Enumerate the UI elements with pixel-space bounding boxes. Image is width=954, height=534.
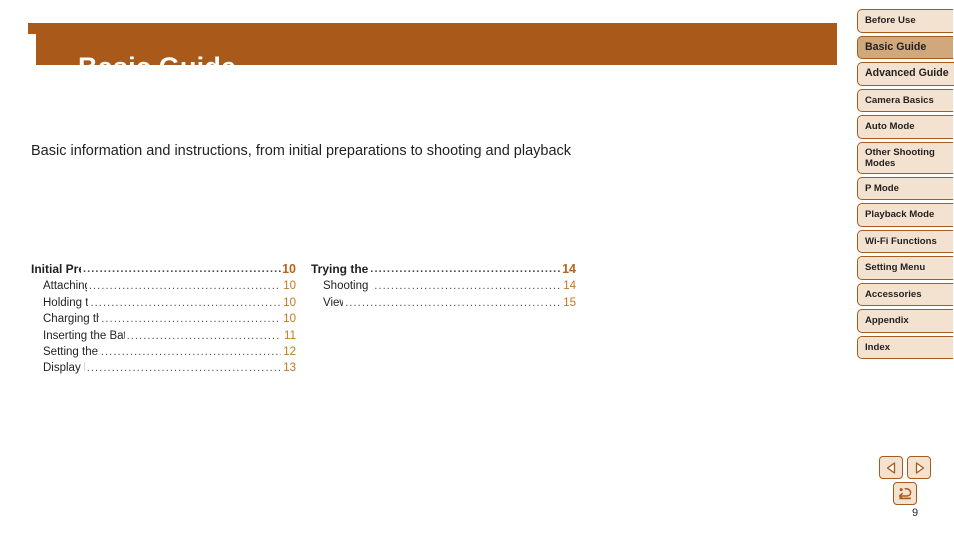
toc-item-page: 10 [283, 280, 296, 293]
return-button[interactable] [893, 482, 917, 505]
toc-item-label: Attaching the Strap [43, 280, 87, 293]
sidebar-item-label: Advanced Guide [865, 67, 949, 79]
toc-columns: Initial Preparations ...................… [31, 261, 591, 377]
sidebar-item-index[interactable]: Index [857, 335, 953, 359]
next-page-button[interactable] [907, 456, 931, 479]
toc-item[interactable]: Inserting the Battery Pack and Memory Ca… [31, 328, 296, 344]
toc-leader-dots: ........................................… [370, 263, 561, 275]
toc-item[interactable]: Shooting (Smart Auto) ..................… [311, 278, 576, 294]
toc-item[interactable]: Attaching the Strap ....................… [31, 278, 296, 294]
toc-item[interactable]: Viewing ................................… [311, 295, 576, 311]
sidebar-item-label: Setting Menu [865, 262, 926, 273]
toc-leader-dots: ........................................… [90, 296, 281, 309]
sidebar-item-label: Accessories [865, 288, 922, 300]
triangle-right-icon [914, 461, 925, 474]
toc-column-1: Initial Preparations ...................… [31, 261, 296, 377]
toc-item[interactable]: Display Language .......................… [31, 360, 296, 376]
sidebar-item-before-use[interactable]: Before Use [857, 9, 953, 33]
toc-leader-dots: ........................................… [345, 296, 561, 309]
toc-item-label: Setting the Date and Time [43, 346, 99, 359]
toc-heading-page: 14 [562, 262, 576, 276]
toc-item-page: 14 [563, 280, 576, 293]
sidebar-item-label: Appendix [865, 315, 909, 326]
toc-leader-dots: ........................................… [126, 329, 281, 342]
banner-notch [28, 34, 36, 65]
sidebar-item-setting-menu[interactable]: Setting Menu [857, 256, 953, 280]
toc-column-2: Trying the Camera Out ..................… [311, 261, 576, 377]
toc-item-page: 10 [283, 313, 296, 326]
sidebar-item-label: Auto Mode [865, 121, 915, 132]
return-arrow-icon [898, 487, 913, 501]
sidebar-item-label: Other Shooting Modes [865, 146, 935, 169]
sidebar-item-playback-mode[interactable]: Playback Mode [857, 203, 953, 227]
sidebar-item-wifi-functions[interactable]: Wi-Fi Functions [857, 229, 953, 253]
sidebar-item-label: Basic Guide [865, 40, 927, 53]
sidebar-item-label: Wi-Fi Functions [865, 235, 937, 247]
toc-item-page: 13 [283, 362, 296, 375]
toc-item-page: 15 [563, 296, 576, 309]
toc-item-page: 10 [283, 296, 296, 309]
page-number: 9 [912, 507, 919, 519]
toc-leader-dots: ........................................… [100, 346, 281, 359]
page-navigation-row-return [879, 482, 931, 505]
toc-item-page: 11 [284, 329, 296, 342]
page-navigation-row-arrows [879, 456, 931, 479]
sidebar-item-camera-basics[interactable]: Camera Basics [857, 88, 953, 112]
toc-item-label: Shooting (Smart Auto) [323, 280, 372, 293]
toc-heading-label: Initial Preparations [31, 262, 81, 276]
page-title: Basic Guide [78, 52, 237, 82]
toc-item-page: 12 [283, 346, 296, 359]
toc-leader-dots: ........................................… [82, 263, 281, 275]
toc-heading-entry[interactable]: Initial Preparations ...................… [31, 261, 296, 277]
sidebar-item-advanced-guide[interactable]: Advanced Guide [857, 62, 954, 86]
toc-heading-label: Trying the Camera Out [311, 262, 369, 276]
sidebar-item-accessories[interactable]: Accessories [857, 282, 953, 306]
chapter-tab-rail: Before Use Basic Guide Advanced Guide Ca… [857, 9, 954, 362]
toc-leader-dots: ........................................… [101, 313, 281, 326]
sidebar-item-basic-guide[interactable]: Basic Guide [857, 35, 953, 59]
sidebar-item-label: Playback Mode [865, 209, 935, 220]
toc-item-label: Inserting the Battery Pack and Memory Ca… [43, 329, 125, 342]
toc-item-label: Display Language [43, 362, 85, 375]
sidebar-item-p-mode[interactable]: P Mode [857, 176, 953, 200]
toc-heading-page: 10 [282, 262, 296, 276]
toc-item[interactable]: Setting the Date and Time ..............… [31, 344, 296, 360]
previous-page-button[interactable] [879, 456, 903, 479]
triangle-left-icon [886, 461, 897, 474]
sidebar-item-appendix[interactable]: Appendix [857, 309, 953, 333]
table-of-contents: Initial Preparations ...................… [31, 261, 591, 377]
toc-item[interactable]: Charging the Battery Pack ..............… [31, 311, 296, 327]
page-navigation-buttons [879, 456, 931, 505]
sidebar-item-auto-mode[interactable]: Auto Mode [857, 115, 953, 139]
toc-item-label: Holding the Camera [43, 296, 89, 309]
toc-leader-dots: ........................................… [374, 280, 561, 293]
sidebar-item-label: Camera Basics [865, 94, 934, 106]
sidebar-item-label: Index [865, 341, 891, 353]
page-header-banner: Basic Guide [28, 23, 837, 82]
toc-item-label: Viewing [323, 296, 343, 309]
toc-leader-dots: ........................................… [88, 280, 281, 293]
toc-leader-dots: ........................................… [86, 362, 281, 375]
sidebar-item-label: Before Use [865, 15, 916, 26]
page-intro-text: Basic information and instructions, from… [31, 143, 572, 159]
sidebar-item-other-shooting-modes[interactable]: Other Shooting Modes [857, 141, 953, 174]
sidebar-item-label: P Mode [865, 182, 899, 194]
toc-item[interactable]: Holding the Camera .....................… [31, 295, 296, 311]
toc-item-label: Charging the Battery Pack [43, 313, 100, 326]
toc-heading-entry[interactable]: Trying the Camera Out ..................… [311, 261, 576, 277]
